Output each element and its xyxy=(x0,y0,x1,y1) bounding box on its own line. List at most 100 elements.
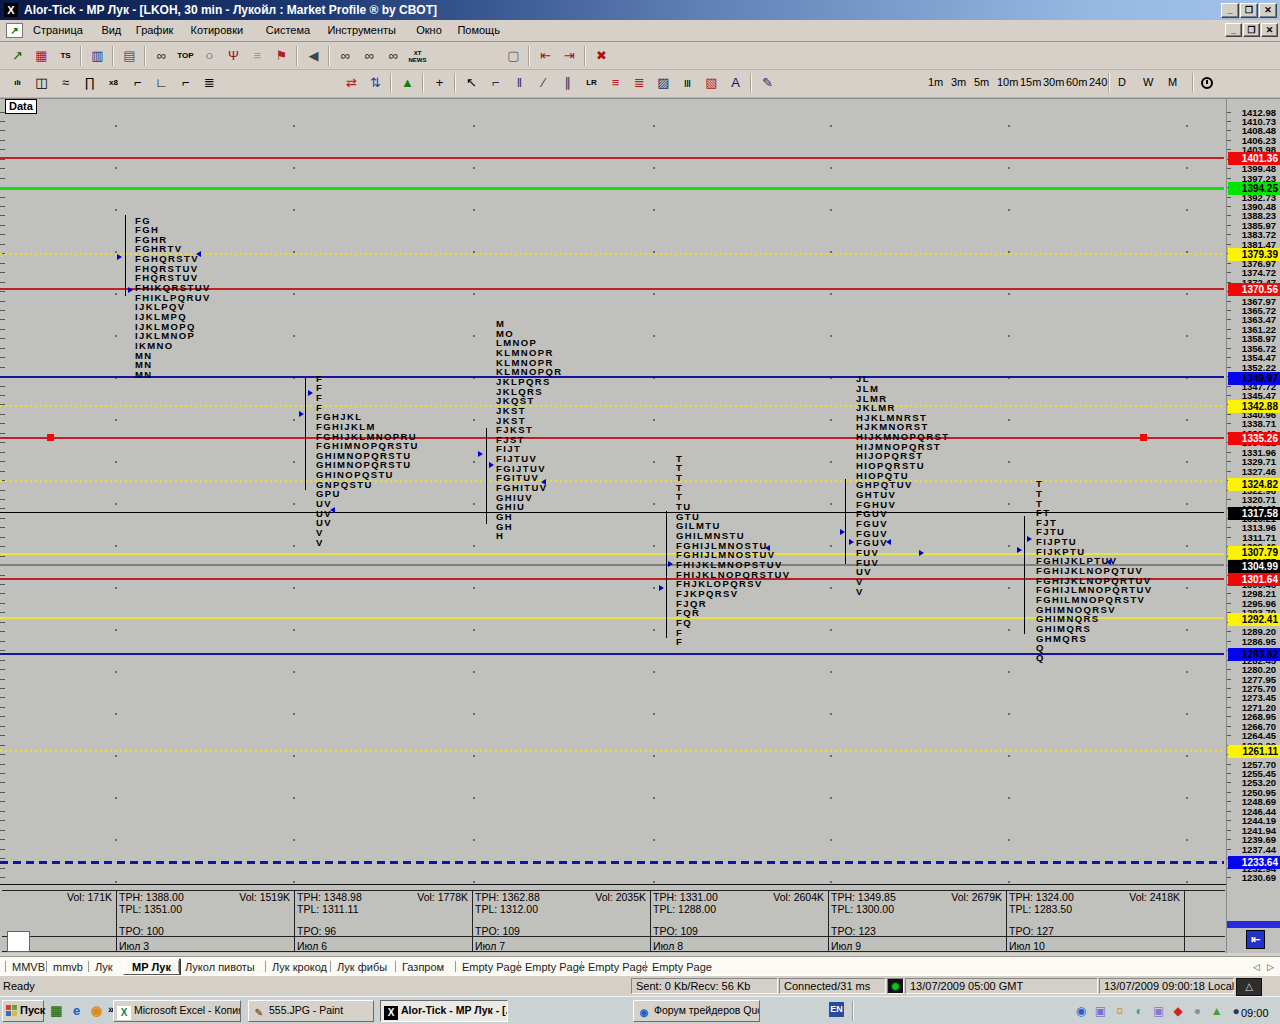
tab-Лук[interactable]: Лук xyxy=(95,961,113,973)
zone-tool-icon[interactable]: ▧ xyxy=(700,72,723,94)
tab-Empty Page[interactable]: Empty Page xyxy=(652,961,712,973)
mdi-close-button[interactable]: ✕ xyxy=(1261,23,1278,37)
quick-launch-1-icon[interactable]: ▦ xyxy=(48,1002,65,1019)
zoom-icon[interactable]: ○ xyxy=(198,45,221,67)
taskbar-button[interactable]: XMicrosoft Excel - Копия ... xyxy=(113,1000,241,1022)
links-tree-icon[interactable]: Ψ xyxy=(222,45,245,67)
tick-chart-icon[interactable]: ılı xyxy=(6,72,29,94)
mdi-minimize-button[interactable]: _ xyxy=(1225,23,1242,37)
tab-Empty Page[interactable]: Empty Page xyxy=(588,961,648,973)
market-profile-icon[interactable]: ≣ xyxy=(198,72,221,94)
compress-v-icon[interactable]: ⇅ xyxy=(364,72,387,94)
import-data-icon[interactable]: ⇤ xyxy=(534,45,557,67)
tray-display-icon[interactable]: ▣ xyxy=(1151,1003,1167,1019)
glasses-3-icon[interactable]: ∞ xyxy=(382,45,405,67)
timeframe-1m[interactable]: 1m xyxy=(928,76,943,88)
regression-tool-icon[interactable]: LR xyxy=(580,72,603,94)
vline-tool-icon[interactable]: ‖ xyxy=(508,72,531,94)
fib-tool-icon[interactable]: ≣ xyxy=(628,72,651,94)
parallel-tool-icon[interactable]: ∥ xyxy=(556,72,579,94)
app-icon[interactable]: X xyxy=(4,3,18,17)
news-icon[interactable]: XTNEWS xyxy=(406,45,429,67)
scale-reset-button[interactable]: ⇤ xyxy=(1246,930,1265,949)
timeframe-30m[interactable]: 30m xyxy=(1043,76,1064,88)
export-data-icon[interactable]: ⇥ xyxy=(558,45,581,67)
period-W[interactable]: W xyxy=(1143,76,1153,88)
tab-МР Лук[interactable]: МР Лук xyxy=(123,958,180,975)
internet-explorer-icon[interactable]: e xyxy=(68,1002,85,1019)
tab-Газпром[interactable]: Газпром xyxy=(402,961,444,973)
timeframe-10m[interactable]: 10m xyxy=(997,76,1018,88)
close-button[interactable]: ✕ xyxy=(1259,3,1277,18)
media-player-icon[interactable]: ◉ xyxy=(88,1002,105,1019)
tray-volume-icon[interactable]: ● xyxy=(1189,1003,1205,1019)
scale-scrollbar[interactable] xyxy=(1227,921,1280,928)
timeframe-5m[interactable]: 5m xyxy=(974,76,989,88)
sound-icon[interactable]: ◀ xyxy=(302,45,325,67)
chart-area[interactable]: FGFGHFGHRFGHRTVFGHQRSTVFHQRSTUVFHQRSTUVF… xyxy=(0,98,1226,953)
tab-MMVB[interactable]: MMVB xyxy=(12,961,45,973)
chart-menu-icon[interactable]: ↗ xyxy=(6,23,23,38)
minimize-button[interactable]: _ xyxy=(1221,3,1239,18)
candle-chart-icon[interactable]: ◫ xyxy=(30,72,53,94)
time-sales-icon[interactable]: TS xyxy=(54,45,77,67)
alert-icon[interactable]: △ xyxy=(1236,978,1262,996)
tray-key-icon[interactable]: ¤ xyxy=(1112,1003,1128,1019)
taskbar-button[interactable]: ✎555.JPG - Paint xyxy=(248,1000,374,1022)
language-indicator[interactable]: EN xyxy=(829,1002,844,1017)
menu-Инструменты[interactable]: Инструменты xyxy=(327,24,396,36)
volume-chart-icon[interactable]: ▲ xyxy=(396,72,419,94)
tab-Лук крокод[interactable]: Лук крокод xyxy=(272,961,327,973)
print-icon[interactable]: ▤ xyxy=(118,45,141,67)
step-chart-icon[interactable]: ∏ xyxy=(78,72,101,94)
glasses-1-icon[interactable]: ∞ xyxy=(334,45,357,67)
tray-network-icon[interactable]: ▣ xyxy=(1092,1003,1108,1019)
taskbar-button[interactable]: ◉Форум трейдеров Quot... xyxy=(633,1000,760,1022)
quotes-table-icon[interactable]: ▦ xyxy=(30,45,53,67)
menu-Система[interactable]: Система xyxy=(266,24,310,36)
restore-button[interactable]: ❐ xyxy=(1240,3,1258,18)
period-M[interactable]: M xyxy=(1168,76,1177,88)
glasses-2-icon[interactable]: ∞ xyxy=(358,45,381,67)
crosshair-icon[interactable]: + xyxy=(428,72,451,94)
money-icon[interactable]: ≡ xyxy=(246,45,269,67)
trend-tool-icon[interactable]: ∕ xyxy=(532,72,555,94)
tab-Empty Page[interactable]: Empty Page xyxy=(462,961,522,973)
draw-tool-icon[interactable]: ✎ xyxy=(756,72,779,94)
cursor-icon[interactable]: ↖ xyxy=(460,72,483,94)
timeframe-60m[interactable]: 60m xyxy=(1066,76,1087,88)
new-chart-icon[interactable]: ↗ xyxy=(6,45,29,67)
menu-Котировки[interactable]: Котировки xyxy=(191,24,244,36)
menu-Помощь[interactable]: Помощь xyxy=(457,24,500,36)
taskbar-button[interactable]: XAlor-Tick - МР Лук - [... xyxy=(380,1000,508,1022)
point-figure-icon[interactable]: x8 xyxy=(102,72,125,94)
mdi-restore-button[interactable]: ❐ xyxy=(1243,23,1260,37)
hline-tool-icon[interactable]: ⌐ xyxy=(484,72,507,94)
tab-Лук фибы[interactable]: Лук фибы xyxy=(337,961,387,973)
grid-tool-icon[interactable]: ||| xyxy=(676,72,699,94)
clock-icon[interactable] xyxy=(1201,77,1213,89)
tray-quotes-icon[interactable]: ◉ xyxy=(1073,1003,1089,1019)
levels-tool-icon[interactable]: ≡ xyxy=(604,72,627,94)
flag-icon[interactable]: ⚑ xyxy=(270,45,293,67)
tab-Лукол пивоты[interactable]: Лукол пивоты xyxy=(185,961,255,973)
menu-Вид[interactable]: Вид xyxy=(101,24,121,36)
bar-chart-1-icon[interactable]: ⌐ xyxy=(126,72,149,94)
bar-chart-3-icon[interactable]: ⌐ xyxy=(174,72,197,94)
fan-tool-icon[interactable]: ▨ xyxy=(652,72,675,94)
tray-sync-icon[interactable]: ◐ xyxy=(1131,1003,1147,1019)
text-tool-icon[interactable]: A xyxy=(724,72,747,94)
timeframe-240[interactable]: 240 xyxy=(1089,76,1107,88)
tab-Empty Page[interactable]: Empty Page xyxy=(525,961,585,973)
menu-Страница[interactable]: Страница xyxy=(33,24,83,36)
excel-export-icon[interactable]: ✖ xyxy=(590,45,613,67)
period-D[interactable]: D xyxy=(1118,76,1126,88)
bar-chart-2-icon[interactable]: ∟ xyxy=(150,72,173,94)
timeframe-15m[interactable]: 15m xyxy=(1020,76,1041,88)
line-chart-icon[interactable]: ≈ xyxy=(54,72,77,94)
menu-Окно[interactable]: Окно xyxy=(416,24,442,36)
tray-update-icon[interactable]: ▲ xyxy=(1209,1003,1225,1019)
tab-mmvb[interactable]: mmvb xyxy=(53,961,83,973)
find-icon[interactable]: ∞ xyxy=(150,45,173,67)
tray-antivirus-icon[interactable]: ◆ xyxy=(1170,1003,1186,1019)
